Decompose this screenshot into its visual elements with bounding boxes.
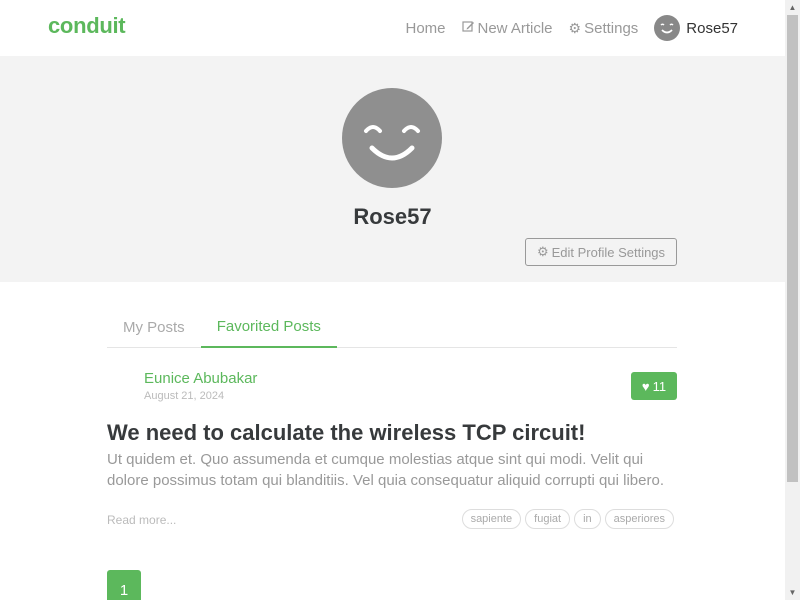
favorite-count: 11: [652, 378, 667, 394]
nav-home-link[interactable]: Home: [405, 20, 445, 37]
nav-settings-link[interactable]: ⚙ Settings: [569, 20, 639, 37]
tab-favorited-posts[interactable]: Favorited Posts: [200, 306, 337, 348]
favorite-button[interactable]: ♥ 11: [631, 372, 677, 400]
gear-icon: ⚙: [536, 244, 549, 259]
author-name-link[interactable]: Eunice Abubakar: [144, 370, 257, 387]
nav-menu: Home New Article ⚙ Settings Rose57: [389, 0, 738, 56]
gear-icon: ⚙: [568, 19, 582, 36]
read-more-link[interactable]: Read more...: [107, 513, 176, 527]
nav-new-article-link[interactable]: New Article: [461, 19, 553, 37]
pagination-page-1[interactable]: 1: [107, 570, 141, 600]
article-title[interactable]: We need to calculate the wireless TCP ci…: [107, 420, 677, 446]
nav-home-label: Home: [405, 19, 446, 37]
profile-avatar: [342, 88, 442, 188]
article-description[interactable]: Ut quidem et. Quo assumenda et cumque mo…: [107, 449, 677, 491]
edit-icon: [461, 20, 475, 36]
article-tabs: My Posts Favorited Posts: [107, 306, 677, 348]
tag-pill[interactable]: in: [574, 509, 601, 529]
heart-icon: ♥: [641, 378, 650, 394]
author-avatar[interactable]: [107, 370, 139, 402]
scroll-up-arrow-icon[interactable]: ▲: [785, 0, 800, 15]
scrollbar-thumb[interactable]: [787, 15, 798, 482]
tag-list: sapiente fugiat in asperiores: [458, 509, 674, 529]
edit-profile-label: Edit Profile Settings: [551, 244, 666, 260]
navbar: conduit Home New Article ⚙ Settings Rose…: [0, 0, 785, 56]
scroll-down-arrow-icon[interactable]: ▼: [785, 585, 800, 600]
tag-pill[interactable]: sapiente: [461, 509, 522, 529]
brand-logo[interactable]: conduit: [48, 13, 126, 39]
tab-my-posts[interactable]: My Posts: [107, 306, 201, 348]
tag-pill[interactable]: fugiat: [525, 509, 571, 529]
nav-profile-label: Rose57: [686, 19, 738, 37]
nav-profile-link[interactable]: Rose57: [654, 15, 738, 41]
profile-banner: Rose57 ⚙ Edit Profile Settings: [0, 56, 785, 282]
edit-profile-settings-button[interactable]: ⚙ Edit Profile Settings: [525, 238, 677, 266]
nav-settings-label: Settings: [584, 19, 639, 37]
user-avatar-small: [654, 15, 681, 41]
nav-new-article-label: New Article: [477, 19, 553, 37]
profile-username: Rose57: [353, 204, 432, 229]
tag-pill[interactable]: asperiores: [604, 509, 674, 529]
article-date: August 21, 2024: [144, 390, 225, 402]
vertical-scrollbar[interactable]: ▲ ▼: [785, 0, 800, 600]
